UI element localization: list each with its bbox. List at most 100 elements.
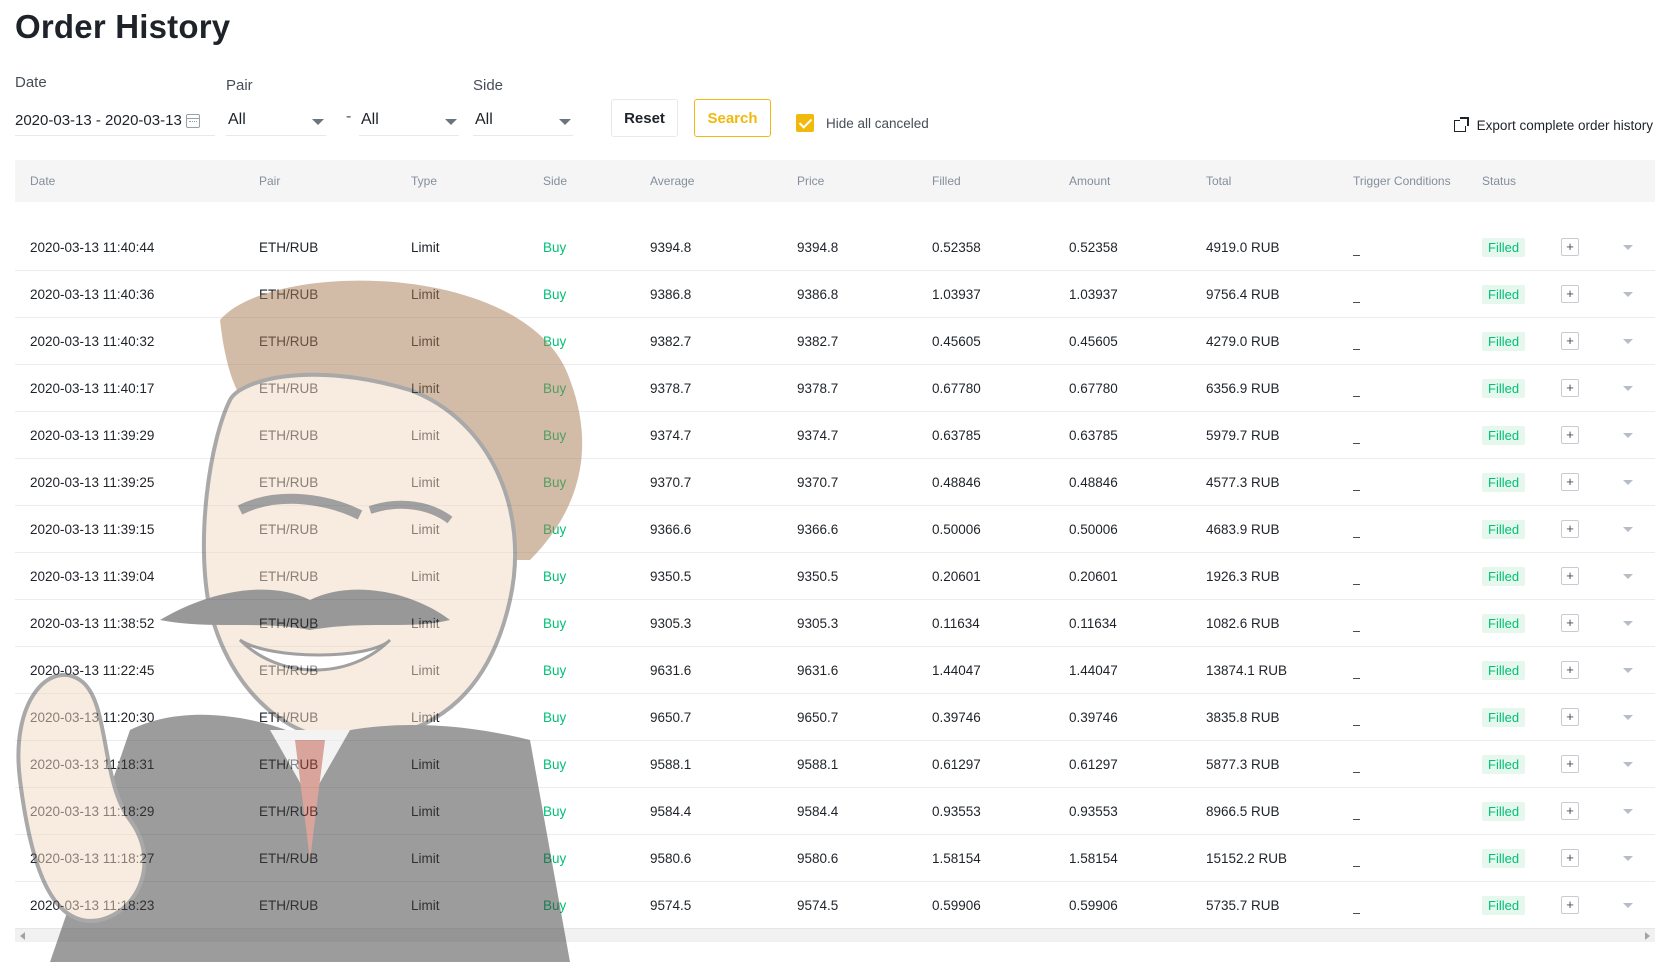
row-toggle-button[interactable] (1623, 855, 1633, 861)
row-toggle-button[interactable] (1623, 902, 1633, 908)
expand-row-button[interactable]: + (1561, 426, 1579, 444)
row-toggle-button[interactable] (1623, 620, 1633, 626)
row-toggle-button[interactable] (1623, 338, 1633, 344)
table-row[interactable]: 2020-03-13 11:40:36 ETH/RUB Limit Buy 9386.8… (15, 271, 1655, 318)
expand-row-button[interactable]: + (1561, 661, 1579, 679)
expand-row-button[interactable]: + (1561, 802, 1579, 820)
calendar-icon[interactable] (185, 113, 200, 128)
table-row[interactable]: 2020-03-13 11:18:23 ETH/RUB Limit Buy 9574.5… (15, 882, 1655, 929)
plus-icon[interactable]: + (1561, 896, 1579, 914)
table-row[interactable]: 2020-03-13 11:20:30 ETH/RUB Limit Buy 9650.7… (15, 694, 1655, 741)
chevron-down-icon[interactable] (1623, 526, 1633, 532)
export-link[interactable]: Export complete order history (1453, 116, 1653, 133)
row-toggle-button[interactable] (1623, 244, 1633, 250)
row-toggle-button[interactable] (1623, 432, 1633, 438)
table-row[interactable]: 2020-03-13 11:40:17 ETH/RUB Limit Buy 9378.7… (15, 365, 1655, 412)
row-toggle-button[interactable] (1623, 761, 1633, 767)
cell-date: 2020-03-13 11:18:29 (30, 803, 155, 819)
chevron-down-icon[interactable] (1623, 432, 1633, 438)
reset-button[interactable]: Reset (611, 99, 678, 137)
plus-icon[interactable]: + (1561, 708, 1579, 726)
plus-icon[interactable]: + (1561, 285, 1579, 303)
row-toggle-button[interactable] (1623, 526, 1633, 532)
table-row[interactable]: 2020-03-13 11:39:15 ETH/RUB Limit Buy 9366.6… (15, 506, 1655, 553)
expand-row-button[interactable]: + (1561, 708, 1579, 726)
plus-icon[interactable]: + (1561, 332, 1579, 350)
table-row[interactable]: 2020-03-13 11:18:29 ETH/RUB Limit Buy 9584.4… (15, 788, 1655, 835)
pair-base-select[interactable]: All (226, 104, 326, 136)
chevron-down-icon[interactable] (1623, 808, 1633, 814)
table-row[interactable]: 2020-03-13 11:40:32 ETH/RUB Limit Buy 9382.7… (15, 318, 1655, 365)
table-row[interactable]: 2020-03-13 11:22:45 ETH/RUB Limit Buy 9631.6… (15, 647, 1655, 694)
plus-icon[interactable]: + (1561, 755, 1579, 773)
cell-price: 9588.1 (797, 756, 839, 772)
pair-quote-select[interactable]: All (359, 104, 459, 136)
expand-row-button[interactable]: + (1561, 332, 1579, 350)
scroll-right-icon[interactable] (1645, 932, 1650, 940)
plus-icon[interactable]: + (1561, 661, 1579, 679)
chevron-down-icon[interactable] (1623, 244, 1633, 250)
side-select[interactable]: All (473, 104, 573, 136)
expand-row-button[interactable]: + (1561, 473, 1579, 491)
plus-icon[interactable]: + (1561, 802, 1579, 820)
plus-icon[interactable]: + (1561, 849, 1579, 867)
chevron-down-icon[interactable] (1623, 573, 1633, 579)
hide-canceled-label: Hide all canceled (826, 115, 929, 131)
table-row[interactable]: 2020-03-13 11:39:04 ETH/RUB Limit Buy 9350.5… (15, 553, 1655, 600)
cell-side: Buy (543, 333, 567, 349)
chevron-down-icon[interactable] (1623, 902, 1633, 908)
expand-row-button[interactable]: + (1561, 896, 1579, 914)
expand-row-button[interactable]: + (1561, 755, 1579, 773)
chevron-down-icon[interactable] (1623, 338, 1633, 344)
empty-value-dash (1353, 818, 1360, 820)
plus-icon[interactable]: + (1561, 567, 1579, 585)
row-toggle-button[interactable] (1623, 808, 1633, 814)
chevron-down-icon[interactable] (1623, 479, 1633, 485)
search-button[interactable]: Search (694, 99, 771, 137)
expand-row-button[interactable]: + (1561, 614, 1579, 632)
table-row[interactable]: 2020-03-13 11:39:29 ETH/RUB Limit Buy 9374.7… (15, 412, 1655, 459)
plus-icon[interactable]: + (1561, 614, 1579, 632)
chevron-down-icon[interactable] (1623, 620, 1633, 626)
horizontal-scrollbar[interactable] (15, 928, 1655, 942)
date-range-picker[interactable]: 2020-03-13 - 2020-03-13 (15, 106, 215, 136)
chevron-down-icon[interactable] (1623, 714, 1633, 720)
chevron-down-icon[interactable] (1623, 385, 1633, 391)
row-toggle-button[interactable] (1623, 385, 1633, 391)
scroll-left-icon[interactable] (20, 932, 25, 940)
table-row[interactable]: 2020-03-13 11:18:31 ETH/RUB Limit Buy 9588.1… (15, 741, 1655, 788)
row-toggle-button[interactable] (1623, 479, 1633, 485)
row-toggle-button[interactable] (1623, 573, 1633, 579)
chevron-down-icon[interactable] (1623, 291, 1633, 297)
table-row[interactable]: 2020-03-13 11:40:44 ETH/RUB Limit Buy 9394.8… (15, 224, 1655, 271)
plus-icon[interactable]: + (1561, 379, 1579, 397)
cell-side: Buy (543, 427, 567, 443)
status-badge-label: Filled (1482, 519, 1526, 539)
row-toggle-button[interactable] (1623, 291, 1633, 297)
expand-row-button[interactable]: + (1561, 849, 1579, 867)
chevron-down-icon[interactable] (1623, 761, 1633, 767)
cell-average: 9394.8 (650, 239, 692, 255)
cell-price: 9580.6 (797, 850, 839, 866)
expand-row-button[interactable]: + (1561, 285, 1579, 303)
expand-row-button[interactable]: + (1561, 567, 1579, 585)
empty-value-dash (1353, 630, 1360, 632)
row-toggle-button[interactable] (1623, 667, 1633, 673)
chevron-down-icon[interactable] (1623, 667, 1633, 673)
hide-canceled-toggle[interactable]: Hide all canceled (796, 114, 929, 132)
table-row[interactable]: 2020-03-13 11:38:52 ETH/RUB Limit Buy 9305.3… (15, 600, 1655, 647)
cell-pair: ETH/RUB (259, 897, 319, 913)
table-row[interactable]: 2020-03-13 11:18:27 ETH/RUB Limit Buy 9580.6… (15, 835, 1655, 882)
expand-row-button[interactable]: + (1561, 238, 1579, 256)
table-row[interactable]: 2020-03-13 11:39:25 ETH/RUB Limit Buy 9370.7… (15, 459, 1655, 506)
chevron-down-icon[interactable] (1623, 855, 1633, 861)
plus-icon[interactable]: + (1561, 238, 1579, 256)
row-toggle-button[interactable] (1623, 714, 1633, 720)
plus-icon[interactable]: + (1561, 426, 1579, 444)
plus-icon[interactable]: + (1561, 473, 1579, 491)
expand-row-button[interactable]: + (1561, 520, 1579, 538)
checkbox-checked-icon[interactable] (796, 114, 814, 132)
plus-icon[interactable]: + (1561, 520, 1579, 538)
expand-row-button[interactable]: + (1561, 379, 1579, 397)
cell-price: 9574.5 (797, 897, 839, 913)
